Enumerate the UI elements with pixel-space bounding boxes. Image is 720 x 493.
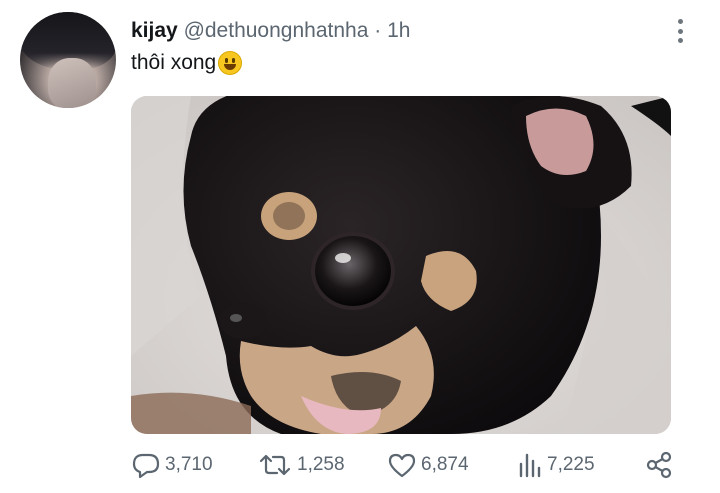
author-name[interactable]: kijay: [131, 19, 178, 42]
views-count: 7,225: [547, 454, 595, 475]
author-handle[interactable]: @dethuongnhatnha: [184, 19, 369, 42]
tweet-actions-bar: 3,710 1,258 6,874 7,225: [131, 448, 691, 482]
retweet-button[interactable]: 1,258: [257, 448, 345, 482]
more-options-icon[interactable]: [676, 19, 684, 43]
retweet-icon: [259, 454, 291, 476]
like-count: 6,874: [421, 454, 469, 475]
grinning-face-emoji-icon: [218, 51, 243, 75]
chihuahua-puppy-photo: [131, 96, 671, 434]
tweet-header: kijay @dethuongnhatnha · 1h: [131, 18, 410, 44]
avatar-face: [48, 58, 96, 108]
reply-bubble-icon: [132, 453, 160, 478]
share-icon: [646, 451, 672, 479]
heart-icon: [388, 453, 416, 478]
retweet-count: 1,258: [297, 454, 345, 475]
reply-count: 3,710: [165, 454, 213, 475]
tweet-text-content: thôi xong: [131, 51, 217, 74]
tweet-media-image[interactable]: [131, 96, 671, 434]
tweet-text: thôi xong: [131, 50, 243, 76]
tweet-timestamp[interactable]: 1h: [387, 19, 410, 42]
author-avatar[interactable]: [20, 12, 116, 108]
like-button[interactable]: 6,874: [387, 448, 469, 482]
views-bar-chart-icon: [519, 453, 541, 478]
share-button[interactable]: [645, 448, 673, 482]
header-separator: ·: [374, 19, 382, 42]
views-button[interactable]: 7,225: [517, 448, 595, 482]
reply-button[interactable]: 3,710: [131, 448, 213, 482]
